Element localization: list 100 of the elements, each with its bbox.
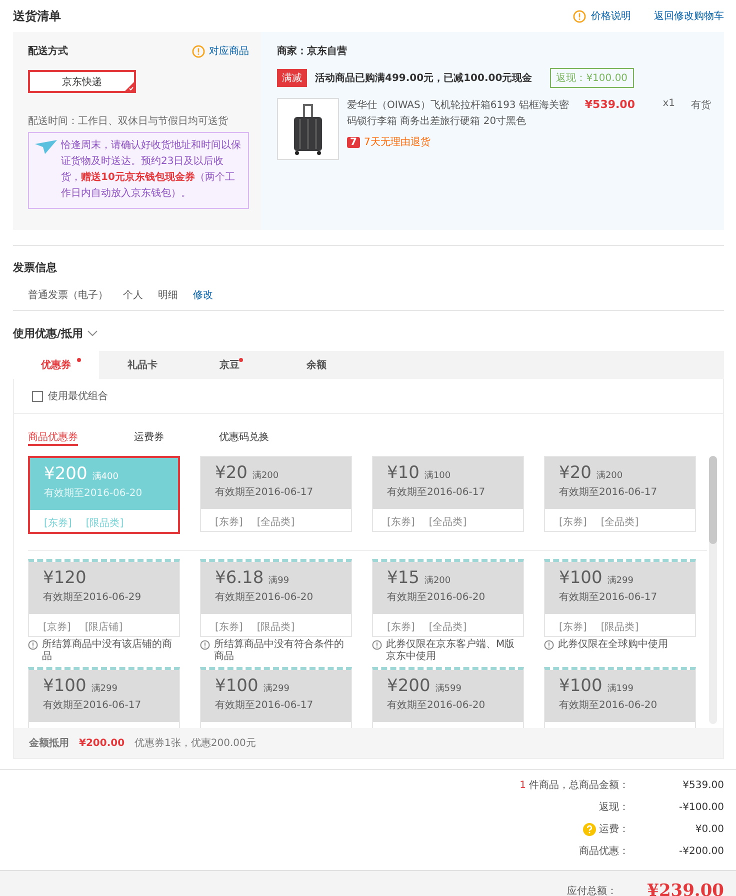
total-value: -¥100.00 — [678, 802, 724, 812]
chevron-down-icon[interactable] — [87, 330, 98, 337]
coupon-tag: [限品类] — [600, 620, 639, 636]
coupon-tag: [东券] — [215, 515, 243, 531]
stock-status: 有货 — [690, 99, 711, 112]
coupon-tag: [东券] — [44, 516, 72, 532]
coupon-card[interactable]: ¥200 满599 有效期至2016-06-20 — [372, 667, 524, 728]
invoice-field: 普通发票（电子） — [28, 288, 108, 302]
checkbox[interactable] — [32, 390, 43, 402]
coupon-tag: [全品类] — [600, 515, 639, 531]
header-link[interactable]: 返回修改购物车 — [654, 9, 724, 23]
quantity: x1 — [662, 98, 675, 109]
paper-plane-icon — [35, 140, 57, 154]
coupon-tag: [东券] — [215, 620, 243, 636]
coupon-card[interactable]: ¥100 满199 有效期至2016-06-20 — [544, 667, 696, 728]
total-label: 返现： — [599, 800, 629, 814]
coupon-card[interactable]: ¥100 满299 有效期至2016-06-17 — [200, 667, 352, 728]
coupon-expiry: 有效期至2016-06-17 — [387, 486, 486, 499]
coupon-tag: [东券] — [387, 620, 415, 636]
coupon-expiry: 有效期至2016-06-17 — [559, 590, 658, 604]
coupon-tag: [全品类] — [256, 515, 295, 531]
header-link[interactable]: 价格说明 — [591, 9, 631, 23]
info-icon — [28, 640, 38, 650]
coupon-amount: ¥20 — [215, 463, 248, 483]
coupon-card[interactable]: ¥15 满200 有效期至2016-06-20 [东券] [全品类] — [372, 559, 524, 637]
coupon-condition: 满299 — [91, 682, 118, 695]
shipping-title: 配送方式 — [28, 44, 68, 58]
scrollbar[interactable] — [709, 456, 717, 724]
info-icon — [573, 10, 586, 22]
info-icon — [372, 640, 382, 650]
seller-name: 商家：京东自营 — [277, 44, 348, 58]
section-title: 送货清单 — [13, 8, 61, 24]
total-label: 件商品，总商品金额： — [529, 778, 629, 792]
checkbox-label[interactable]: 使用最优组合 — [48, 389, 108, 403]
tab[interactable]: 优惠券 — [13, 351, 99, 379]
item-count: 1 — [520, 780, 526, 790]
coupon-condition: 满200 — [252, 470, 279, 482]
payable-label: 应付总额： — [567, 884, 618, 896]
coupon-amount: ¥200 — [387, 676, 430, 696]
coupon-condition: 满400 — [92, 470, 118, 483]
coupon-card[interactable]: ¥100 满299 有效期至2016-06-17 — [28, 667, 180, 728]
coupon-card[interactable]: ¥100 满299 有效期至2016-06-17 [东券] [限品类] — [544, 559, 696, 637]
coupon-condition: 满599 — [435, 682, 462, 695]
coupon-expiry: 有效期至2016-06-17 — [43, 698, 142, 712]
product-price: ¥539.00 — [584, 98, 635, 111]
coupon-expiry: 有效期至2016-06-17 — [559, 486, 658, 499]
product-title[interactable]: 爱华仕（OIWAS）飞机轮拉杆箱6193 铝框海关密码锁行李箱 商务出差旅行硬箱 20寸黑色 — [347, 98, 569, 130]
coupon-tag: [限品类] — [86, 516, 124, 532]
summary-detail: 优惠券1张，优惠200.00元 — [134, 736, 256, 750]
coupon-notice: 此券仅限在京东客户端、M版京东中使用 — [386, 639, 516, 663]
coupon-condition: 满299 — [263, 682, 290, 695]
coupon-amount: ¥100 — [215, 676, 258, 696]
coupon-expiry: 有效期至2016-06-20 — [387, 698, 486, 712]
return-badge: 7 — [347, 136, 360, 148]
coupon-card[interactable]: ¥20 满200 有效期至2016-06-17 [东券] [全品类] — [200, 456, 352, 532]
section-title: 发票信息 — [13, 260, 58, 275]
coupon-expiry: 有效期至2016-06-17 — [215, 486, 314, 499]
coupon-tag: [限店铺] — [84, 620, 123, 636]
coupon-amount: ¥10 — [387, 463, 420, 483]
shipping-option[interactable]: 京东快递 — [28, 70, 136, 93]
coupon-amount: ¥200 — [44, 464, 88, 484]
notice-text: 恰逢周末，请确认好收货地址和时间以保证货物及时送达。预约23日及以后收货，赠送10元京东钱包现金券（两个工作日内自动放入京东钱包）。 — [61, 138, 242, 201]
coupon-tag: [京券] — [43, 620, 71, 636]
coupon-card[interactable]: ¥6.18 满99 有效期至2016-06-20 [东券] [限品类] — [200, 559, 352, 637]
coupon-amount: ¥15 — [387, 568, 420, 588]
coupon-tag: [东券] — [559, 515, 587, 531]
coupon-condition: 满99 — [268, 574, 290, 587]
coupon-tag: [全品类] — [428, 620, 467, 636]
total-label: 商品优惠： — [579, 844, 629, 858]
coupon-expiry: 有效期至2016-06-17 — [215, 698, 314, 712]
coupon-amount: ¥6.18 — [215, 568, 264, 588]
total-label: 运费： — [599, 822, 629, 836]
coupon-amount: ¥20 — [559, 463, 592, 483]
cashback-tag: 返现：¥100.00 — [550, 68, 634, 88]
tab[interactable]: 礼品卡 — [99, 351, 186, 379]
coupon-card[interactable]: ¥120 有效期至2016-06-29 [京券] [限店铺] — [28, 559, 180, 637]
coupon-card[interactable]: ¥20 满200 有效期至2016-06-17 [东券] [全品类] — [544, 456, 696, 532]
edit-link[interactable]: 修改 — [193, 288, 213, 302]
coupon-amount: ¥100 — [559, 568, 602, 588]
sub-tab[interactable]: 商品优惠券 — [28, 430, 78, 446]
delivery-time: 配送时间：工作日、双休日与节假日均可送货 — [28, 114, 229, 128]
coupon-card[interactable]: ¥10 满100 有效期至2016-06-17 [东券] [全品类] — [372, 456, 524, 532]
total-value: ¥539.00 — [682, 780, 724, 790]
info-icon — [192, 44, 205, 58]
summary-label: 金额抵用 — [29, 736, 69, 750]
coupon-condition: 满200 — [596, 470, 623, 482]
tab[interactable]: 京豆 — [186, 351, 273, 379]
tab[interactable]: 余额 — [273, 351, 360, 379]
coupon-amount: ¥100 — [43, 676, 86, 696]
total-value: -¥200.00 — [678, 846, 724, 856]
summary-amount: ¥200.00 — [79, 738, 125, 748]
sub-tab[interactable]: 运费券 — [134, 430, 164, 446]
info-icon — [200, 640, 210, 650]
related-items-link[interactable]: 对应商品 — [209, 44, 249, 58]
coupon-expiry: 有效期至2016-06-20 — [44, 486, 144, 500]
coupon-condition: 满200 — [424, 574, 451, 587]
coupon-expiry: 有效期至2016-06-20 — [387, 590, 486, 604]
invoice-field: 明细 — [158, 288, 178, 302]
coupon-notice: 所结算商品中没有该店铺的商品 — [42, 639, 173, 663]
sub-tab[interactable]: 优惠码兑换 — [219, 430, 269, 446]
